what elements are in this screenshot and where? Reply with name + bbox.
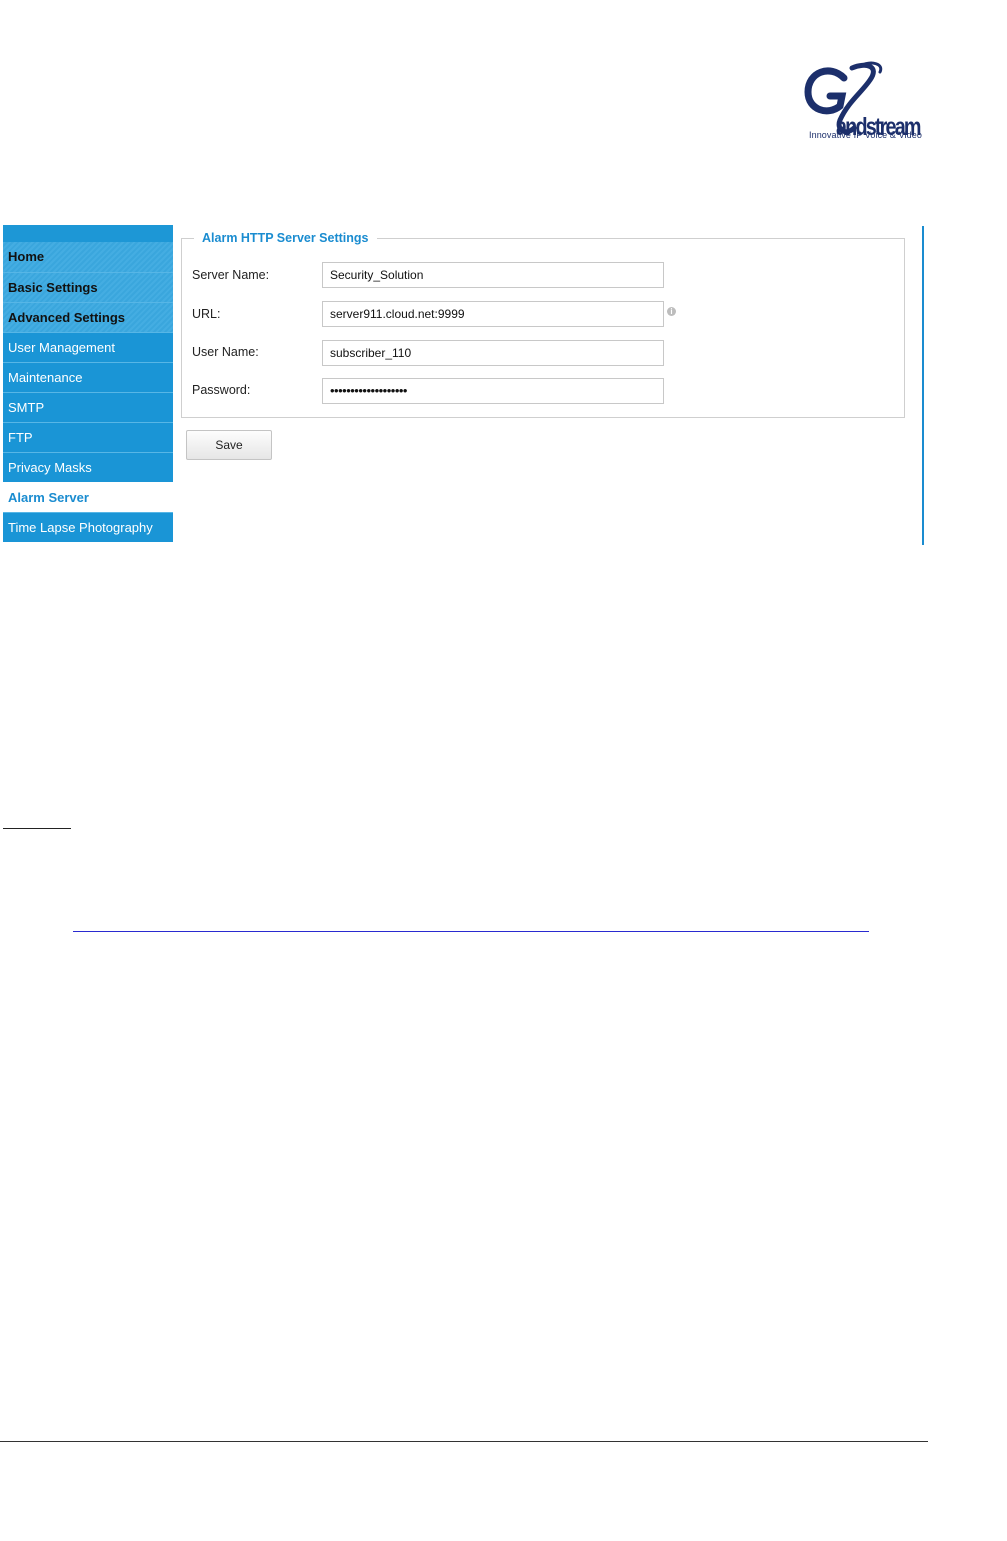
sidebar-item-maintenance[interactable]: Maintenance: [3, 362, 173, 392]
server-name-label: Server Name:: [192, 268, 270, 282]
password-input[interactable]: •••••••••••••••••••: [322, 378, 664, 404]
save-button[interactable]: Save: [186, 430, 272, 460]
sidebar-item-user-management[interactable]: User Management: [3, 332, 173, 362]
user-name-label: User Name:: [192, 345, 259, 359]
link-underline[interactable]: [73, 931, 869, 932]
user-name-input[interactable]: subscriber_110: [322, 340, 664, 366]
sidebar-item-home[interactable]: Home: [3, 242, 173, 272]
sidebar-item-advanced-settings[interactable]: Advanced Settings: [3, 302, 173, 332]
sidebar-item-smtp[interactable]: SMTP: [3, 392, 173, 422]
sidebar-item-basic-settings[interactable]: Basic Settings: [3, 272, 173, 302]
sidebar-item-ftp[interactable]: FTP: [3, 422, 173, 452]
info-icon[interactable]: i: [667, 307, 676, 316]
logo-tagline: Innovative IP Voice & Video: [809, 130, 922, 140]
password-label: Password:: [192, 383, 251, 397]
sidebar-item-time-lapse-photography[interactable]: Time Lapse Photography: [3, 512, 173, 542]
sidebar-top-bar: [3, 225, 173, 242]
sidebar-item-privacy-masks[interactable]: Privacy Masks: [3, 452, 173, 482]
url-input[interactable]: server911.cloud.net:9999: [322, 301, 664, 327]
content-right-border: [922, 226, 924, 545]
grandstream-logo: andstream Innovative IP Voice & Video: [800, 58, 932, 148]
note-underline: [3, 828, 71, 829]
sidebar-item-alarm-server[interactable]: Alarm Server: [3, 482, 173, 512]
sidebar-nav: Home Basic Settings Advanced Settings Us…: [3, 225, 173, 542]
server-name-input[interactable]: Security_Solution: [322, 262, 664, 288]
url-label: URL:: [192, 307, 221, 321]
fieldset-legend: Alarm HTTP Server Settings: [194, 231, 377, 245]
footer-divider: [0, 1441, 928, 1442]
